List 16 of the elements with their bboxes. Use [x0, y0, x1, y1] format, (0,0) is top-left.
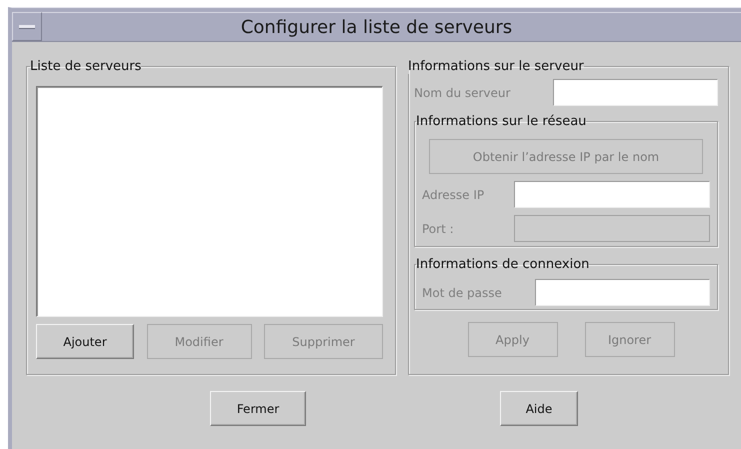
- field-label: Mot de passe: [422, 286, 502, 300]
- field-label: Port :: [422, 222, 454, 236]
- field-label: Nom du serveur: [414, 86, 510, 100]
- dialog-button[interactable]: Ajouter: [36, 324, 134, 359]
- group-title: Informations sur le réseau: [416, 114, 586, 129]
- window-menu-button[interactable]: [12, 12, 42, 41]
- group-title: Liste de serveurs: [30, 59, 142, 74]
- window-title: Configurer la liste de serveurs: [42, 12, 741, 41]
- dialog-button[interactable]: Fermer: [210, 391, 306, 426]
- dialog-button[interactable]: Aide: [500, 391, 578, 426]
- text-field[interactable]: [553, 79, 718, 106]
- text-field[interactable]: [535, 279, 710, 306]
- text-field[interactable]: [514, 181, 710, 208]
- field-label: Adresse IP: [422, 188, 484, 202]
- group-title: Informations de connexion: [416, 257, 590, 272]
- group-title: Informations sur le serveur: [408, 59, 584, 74]
